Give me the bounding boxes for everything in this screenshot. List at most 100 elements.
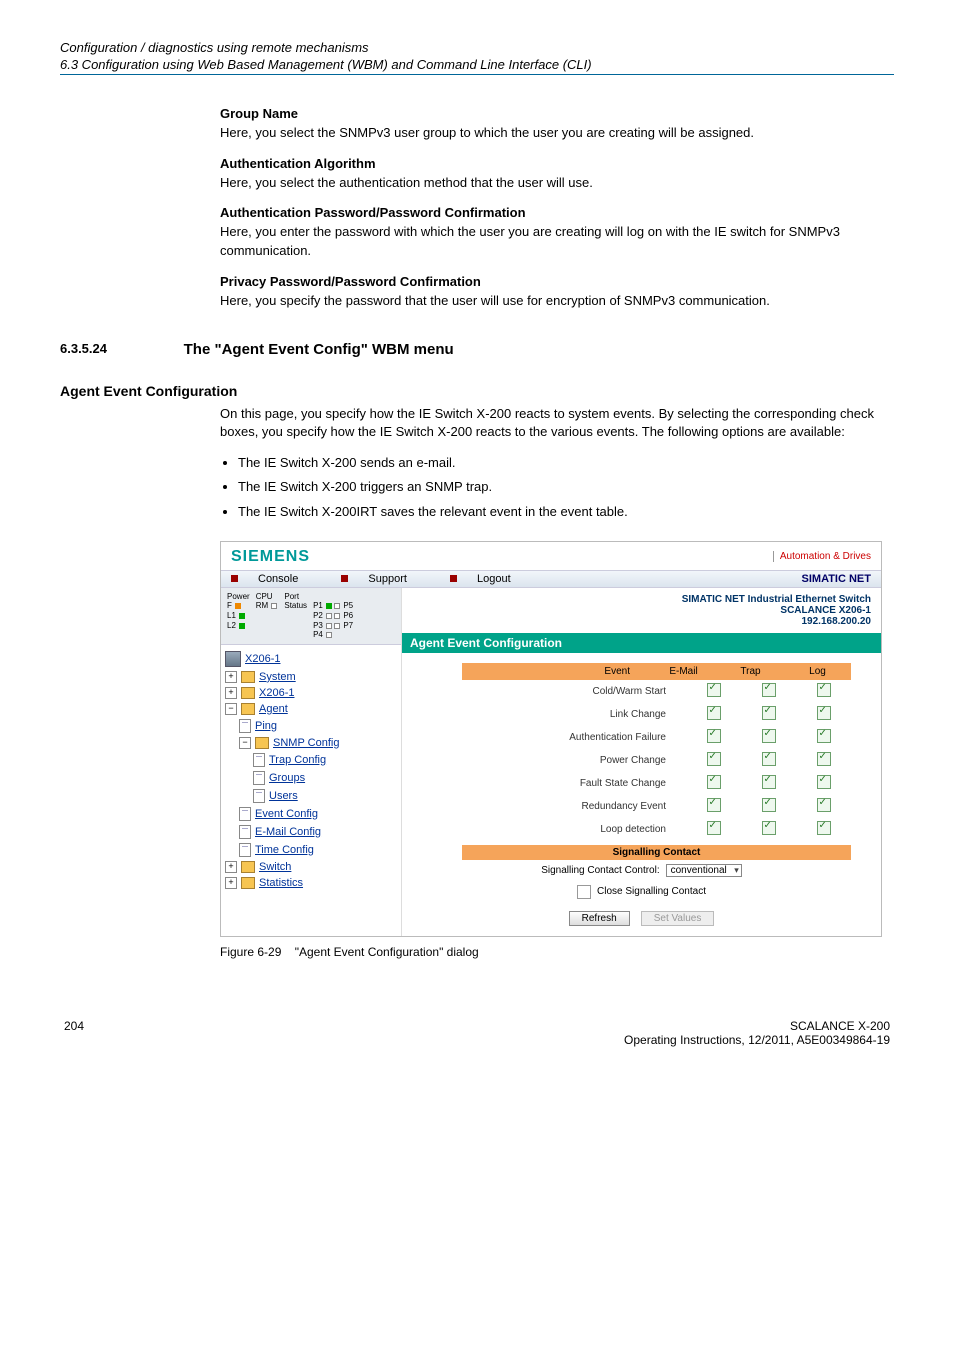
checkbox-trap[interactable] <box>762 821 776 835</box>
event-name: Link Change <box>462 709 686 720</box>
table-row: Loop detection <box>462 818 851 841</box>
checkbox-log[interactable] <box>817 821 831 835</box>
checkbox-email[interactable] <box>707 798 721 812</box>
event-name: Fault State Change <box>462 778 686 789</box>
page-icon <box>253 789 265 803</box>
checkbox-log[interactable] <box>817 775 831 789</box>
checkbox-email[interactable] <box>707 775 721 789</box>
footer-line2: Operating Instructions, 12/2011, A5E0034… <box>624 1033 890 1047</box>
led-icon <box>326 632 332 638</box>
status-p2: P2 <box>313 611 323 620</box>
checkbox-email[interactable] <box>707 706 721 720</box>
tree-root[interactable]: X206-1 <box>245 653 280 665</box>
tree-users[interactable]: Users <box>269 790 298 802</box>
page-icon <box>239 843 251 857</box>
tree-groups[interactable]: Groups <box>269 772 305 784</box>
nav-logout[interactable]: Logout <box>450 573 531 585</box>
checkbox-log[interactable] <box>817 752 831 766</box>
refresh-button[interactable]: Refresh <box>569 911 630 926</box>
event-name: Redundancy Event <box>462 801 686 812</box>
privpw-body: Here, you specify the password that the … <box>220 293 770 308</box>
checkbox-email[interactable] <box>707 729 721 743</box>
status-p3: P3 <box>313 621 323 630</box>
checkbox-trap[interactable] <box>762 798 776 812</box>
led-icon <box>239 623 245 629</box>
status-l2: L2 <box>227 621 236 630</box>
tree-snmp[interactable]: SNMP Config <box>273 737 339 749</box>
authpw-body: Here, you enter the password with which … <box>220 224 840 258</box>
nav-console[interactable]: Console <box>231 573 318 585</box>
page-icon <box>239 825 251 839</box>
table-row: Link Change <box>462 703 851 726</box>
tree-event[interactable]: Event Config <box>255 808 318 820</box>
checkbox-trap[interactable] <box>762 706 776 720</box>
status-port: Port <box>284 592 299 601</box>
checkbox-trap[interactable] <box>762 683 776 697</box>
collapse-icon[interactable]: − <box>239 737 251 749</box>
tree-system[interactable]: System <box>259 671 296 683</box>
tree-email[interactable]: E-Mail Config <box>255 826 321 838</box>
led-icon <box>271 603 277 609</box>
folder-icon <box>241 861 255 873</box>
brand-logo: SIEMENS <box>231 548 310 566</box>
expand-icon[interactable]: + <box>225 687 237 699</box>
checkbox-log[interactable] <box>817 798 831 812</box>
event-name: Power Change <box>462 755 686 766</box>
table-row: Fault State Change <box>462 772 851 795</box>
tree-ping[interactable]: Ping <box>255 720 277 732</box>
breadcrumb-title: Configuration / diagnostics using remote… <box>60 40 894 55</box>
device-icon <box>225 651 241 667</box>
nav-console-label: Console <box>258 573 298 585</box>
col-trap: Trap <box>717 663 784 680</box>
led-icon <box>334 613 340 619</box>
page-icon <box>239 719 251 733</box>
tree-stats[interactable]: Statistics <box>259 877 303 889</box>
checkbox-email[interactable] <box>707 683 721 697</box>
checkbox-email[interactable] <box>707 752 721 766</box>
collapse-icon[interactable]: − <box>225 703 237 715</box>
set-values-button[interactable]: Set Values <box>641 911 715 926</box>
tree-trap[interactable]: Trap Config <box>269 754 326 766</box>
status-p5: P5 <box>343 601 353 610</box>
tree-time[interactable]: Time Config <box>255 844 314 856</box>
checkbox-trap[interactable] <box>762 752 776 766</box>
aec-intro: On this page, you specify how the IE Swi… <box>220 405 894 443</box>
event-name: Authentication Failure <box>462 732 686 743</box>
event-table: Event E-Mail Trap Log Cold/Warm Start Li… <box>462 663 851 841</box>
device-line2: SCALANCE X206-1 <box>412 605 871 616</box>
status-rm: RM <box>256 601 268 610</box>
close-signalling-checkbox[interactable] <box>577 885 591 899</box>
status-p1: P1 <box>313 601 323 610</box>
tree-agent[interactable]: Agent <box>259 703 288 715</box>
aec-bullet-2: The IE Switch X-200 triggers an SNMP tra… <box>238 478 894 496</box>
led-icon <box>239 613 245 619</box>
expand-icon[interactable]: + <box>225 861 237 873</box>
tree-x206[interactable]: X206-1 <box>259 687 294 699</box>
nav-support-label: Support <box>368 573 407 585</box>
groupname-head: Group Name <box>220 106 298 121</box>
device-line3: 192.168.200.20 <box>412 616 871 627</box>
status-power: Power <box>227 592 250 602</box>
checkbox-log[interactable] <box>817 706 831 720</box>
led-icon <box>334 623 340 629</box>
panel-title-bar: Agent Event Configuration <box>402 633 881 653</box>
page-icon <box>253 771 265 785</box>
col-log: Log <box>784 663 851 680</box>
folder-icon <box>241 687 255 699</box>
authalg-body: Here, you select the authentication meth… <box>220 175 593 190</box>
signalling-select[interactable]: conventional <box>666 864 742 877</box>
nav-support[interactable]: Support <box>341 573 427 585</box>
checkbox-log[interactable] <box>817 683 831 697</box>
tree-switch[interactable]: Switch <box>259 861 291 873</box>
aec-heading: Agent Event Configuration <box>60 383 894 399</box>
checkbox-email[interactable] <box>707 821 721 835</box>
folder-icon <box>241 671 255 683</box>
checkbox-trap[interactable] <box>762 775 776 789</box>
status-p6: P6 <box>343 611 353 620</box>
expand-icon[interactable]: + <box>225 671 237 683</box>
expand-icon[interactable]: + <box>225 877 237 889</box>
table-row: Power Change <box>462 749 851 772</box>
checkbox-log[interactable] <box>817 729 831 743</box>
nav-logout-label: Logout <box>477 573 511 585</box>
checkbox-trap[interactable] <box>762 729 776 743</box>
